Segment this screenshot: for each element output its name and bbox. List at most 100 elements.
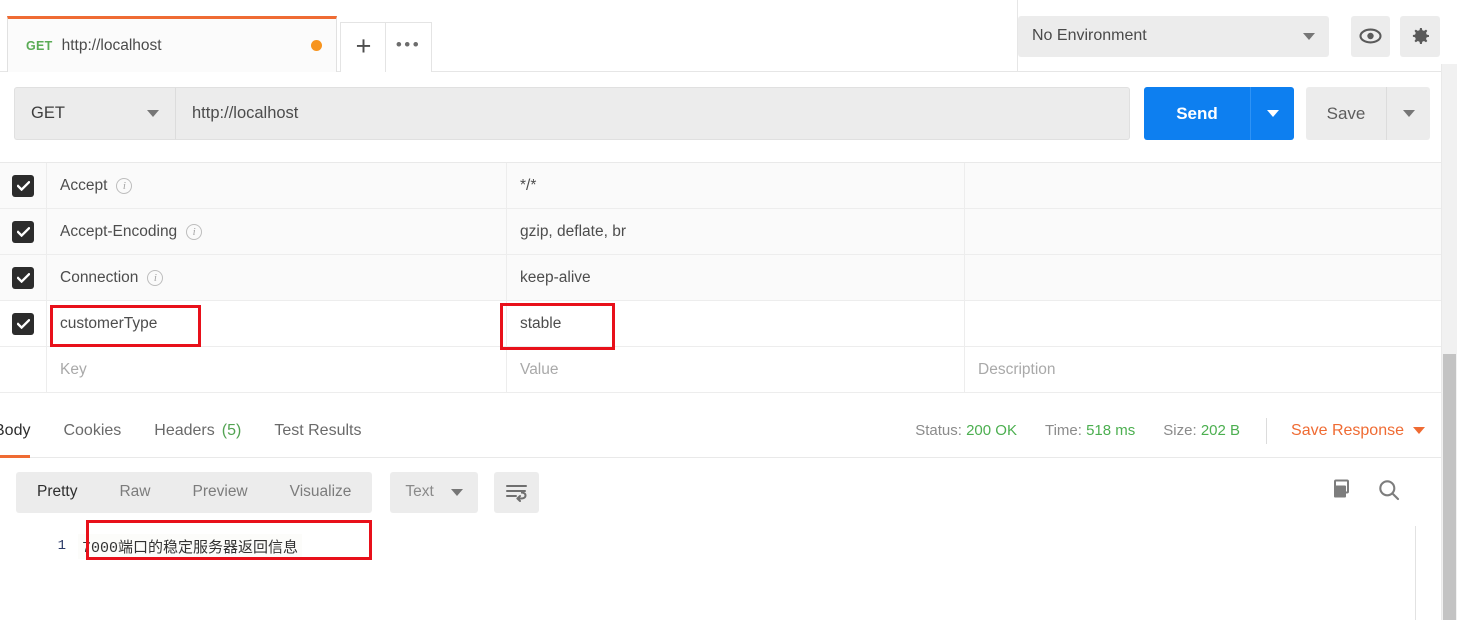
http-method-label: GET — [31, 104, 65, 122]
header-description-input[interactable]: Description — [965, 347, 1443, 392]
body-view-pretty[interactable]: Pretty — [16, 472, 98, 513]
send-button[interactable]: Send — [1144, 87, 1250, 140]
info-icon[interactable]: i — [186, 223, 203, 240]
tab-cookies[interactable]: Cookies — [63, 404, 121, 458]
tab-cookies-label: Cookies — [63, 421, 122, 439]
body-view-switcher: Pretty Raw Preview Visualize — [16, 471, 373, 513]
table-row[interactable]: Accept i */* — [0, 163, 1443, 209]
header-row-checkbox[interactable] — [0, 209, 47, 254]
chevron-down-icon — [1302, 32, 1315, 40]
header-key-cell[interactable]: customerType — [47, 301, 507, 346]
header-row-checkbox-empty[interactable] — [0, 347, 47, 392]
header-key-cell[interactable]: Accept-Encoding i — [47, 209, 507, 254]
header-value-input[interactable]: Value — [507, 347, 965, 392]
request-tab-title: http://localhost — [61, 36, 162, 54]
search-icon — [1379, 479, 1400, 500]
chevron-down-icon — [1402, 110, 1415, 117]
unsaved-dot-icon — [311, 40, 322, 51]
body-format-selector[interactable]: Text — [390, 471, 478, 513]
body-view-visualize[interactable]: Visualize — [269, 472, 373, 513]
postman-app-window: GET http://localhost + ••• No Environmen… — [0, 0, 1457, 620]
tab-options-button[interactable]: ••• — [385, 22, 432, 72]
header-key-cell[interactable]: Accept i — [47, 163, 507, 208]
header-row-checkbox[interactable] — [0, 301, 47, 346]
request-url-input[interactable]: http://localhost — [175, 87, 1130, 140]
tab-headers-count: (5) — [221, 421, 242, 439]
eye-icon — [1359, 28, 1382, 44]
info-icon[interactable]: i — [147, 269, 164, 286]
response-body-text: 7000端口的稳定服务器返回信息 — [78, 533, 303, 559]
header-value-text: stable — [520, 314, 562, 332]
chevron-down-icon — [450, 488, 463, 496]
header-value-text: keep-alive — [520, 268, 591, 286]
header-key-placeholder: Key — [60, 360, 87, 378]
search-button[interactable] — [1377, 478, 1401, 507]
new-tab-button[interactable]: + — [340, 22, 387, 72]
status-value: 200 OK — [966, 422, 1017, 439]
save-response-button[interactable]: Save Response — [1291, 422, 1425, 440]
http-method-selector[interactable]: GET — [14, 87, 175, 140]
header-description-placeholder: Description — [978, 360, 1056, 378]
top-bar: GET http://localhost + ••• No Environmen… — [0, 0, 1457, 72]
save-response-label: Save Response — [1291, 421, 1404, 439]
body-view-preview[interactable]: Preview — [172, 472, 269, 513]
editor-guide-line — [1415, 526, 1416, 620]
header-value-cell[interactable]: gzip, deflate, br — [507, 209, 965, 254]
header-key-text: Connection — [60, 268, 139, 286]
body-tools — [1330, 478, 1427, 507]
checkbox-checked-icon — [12, 312, 34, 335]
chevron-down-icon — [1266, 110, 1279, 117]
settings-button[interactable] — [1400, 15, 1440, 57]
response-meta: Status: 200 OK Time: 518 ms Size: 202 B … — [887, 417, 1443, 444]
environment-selected-label: No Environment — [1032, 27, 1147, 44]
table-row[interactable]: Connection i keep-alive — [0, 255, 1443, 301]
table-row[interactable]: Accept-Encoding i gzip, deflate, br — [0, 209, 1443, 255]
vertical-scrollbar-thumb[interactable] — [1443, 354, 1456, 620]
response-body-editor[interactable]: 1 7000端口的稳定服务器返回信息 — [0, 526, 1443, 620]
copy-icon — [1334, 479, 1349, 498]
checkbox-checked-icon — [12, 174, 34, 197]
body-view-raw[interactable]: Raw — [98, 472, 171, 513]
save-button[interactable]: Save — [1306, 87, 1386, 140]
environment-selector[interactable]: No Environment — [1018, 15, 1329, 57]
table-row-new[interactable]: Key Value Description — [0, 347, 1443, 393]
ellipsis-icon: ••• — [395, 35, 422, 54]
header-description-cell[interactable] — [965, 255, 1443, 300]
header-row-checkbox[interactable] — [0, 255, 47, 300]
request-tab-method: GET — [26, 38, 53, 53]
header-description-cell[interactable] — [965, 163, 1443, 208]
request-tab-localhost[interactable]: GET http://localhost — [7, 16, 337, 72]
header-value-cell[interactable]: keep-alive — [507, 255, 965, 300]
size-value: 202 B — [1200, 422, 1241, 439]
line-number: 1 — [57, 538, 66, 554]
header-key-input[interactable]: Key — [47, 347, 507, 392]
response-body-toolbar: Pretty Raw Preview Visualize Text — [0, 458, 1443, 526]
header-value-cell[interactable]: stable — [507, 301, 965, 346]
word-wrap-button[interactable] — [493, 471, 539, 513]
header-description-cell[interactable] — [965, 209, 1443, 254]
environment-area: No Environment — [1018, 0, 1457, 72]
tab-body-label: Body — [0, 421, 31, 439]
time-label: Time: — [1044, 422, 1082, 439]
environment-quick-look-button[interactable] — [1350, 15, 1391, 57]
status-metric: Status: 200 OK — [915, 422, 1017, 439]
header-value-cell[interactable]: */* — [507, 163, 965, 208]
header-key-cell[interactable]: Connection i — [47, 255, 507, 300]
vertical-scrollbar[interactable] — [1442, 64, 1457, 620]
header-key-text: customerType — [60, 314, 158, 332]
save-options-button[interactable] — [1386, 87, 1430, 140]
tab-body[interactable]: Body — [0, 404, 31, 458]
header-description-cell[interactable] — [965, 301, 1443, 346]
table-row[interactable]: customerType stable — [0, 301, 1443, 347]
header-row-checkbox[interactable] — [0, 163, 47, 208]
divider — [1266, 417, 1268, 444]
tab-headers[interactable]: Headers (5) — [154, 404, 241, 458]
header-key-text: Accept-Encoding — [60, 222, 178, 240]
copy-button[interactable] — [1330, 478, 1353, 506]
info-icon[interactable]: i — [116, 177, 133, 194]
gear-icon — [1413, 28, 1430, 44]
tab-test-results[interactable]: Test Results — [274, 404, 361, 458]
checkbox-checked-icon — [12, 220, 34, 243]
tab-headers-label: Headers — [154, 421, 215, 439]
send-options-button[interactable] — [1250, 87, 1294, 140]
